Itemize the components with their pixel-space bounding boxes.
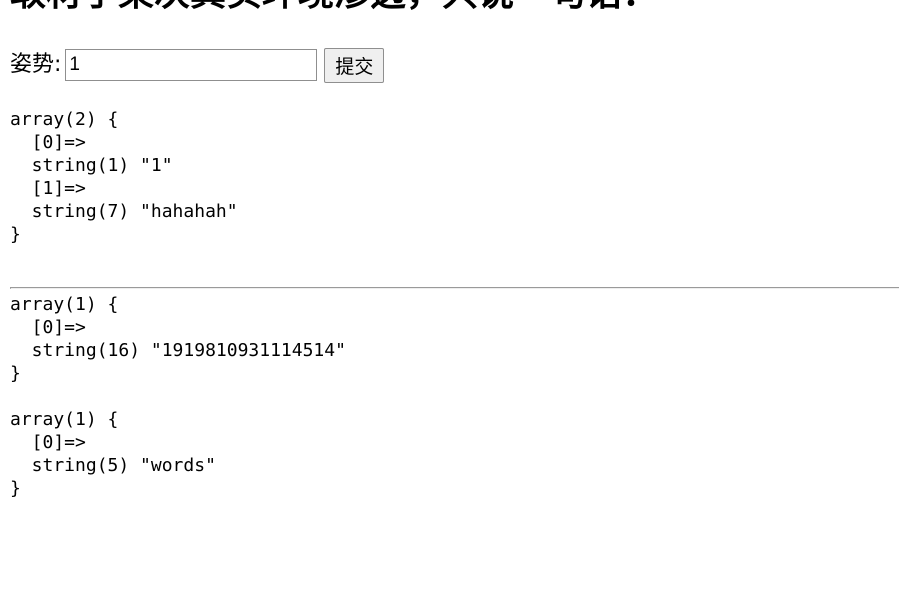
dump-line: array(2) { (10, 109, 119, 130)
dump-line: } (10, 478, 21, 499)
horizontal-rule (10, 287, 899, 289)
dump-line: array(1) { (10, 409, 119, 430)
dump-line: [0]=> (10, 317, 86, 338)
dump-line: string(16) "1919810931114514" (10, 340, 346, 361)
submit-button[interactable]: 提交 (324, 47, 385, 83)
dump-line: string(5) "words" (10, 455, 216, 476)
dump-line: } (10, 363, 21, 384)
var-dump-output: array(1) { [0]=> string(16) "19198109311… (10, 293, 346, 385)
query-label: 姿势: (10, 52, 62, 77)
dump-line: string(7) "hahahah" (10, 201, 238, 222)
dump-line: [0]=> (10, 132, 86, 153)
dump-line: } (10, 224, 21, 245)
dump-line: string(1) "1" (10, 155, 173, 176)
dump-line: [1]=> (10, 178, 86, 199)
dump-line: [0]=> (10, 432, 86, 453)
var-dump-output: array(2) { [0]=> string(1) "1" [1]=> str… (10, 108, 238, 246)
var-dump-output: array(1) { [0]=> string(5) "words" } (10, 408, 216, 500)
page-heading: 取材于某次真实环境渗透，只说一句话： (10, 0, 899, 16)
query-form: 姿势: 提交 (10, 47, 385, 83)
query-input[interactable] (65, 49, 318, 81)
dump-line: array(1) { (10, 294, 119, 315)
